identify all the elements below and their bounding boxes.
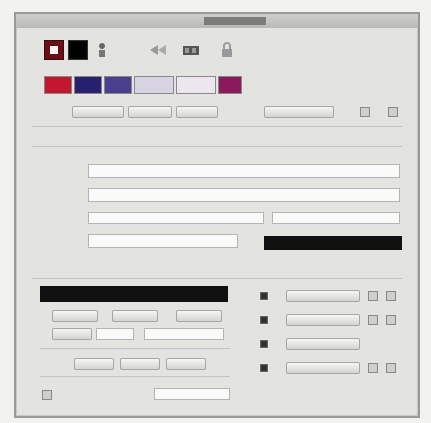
text-field-2[interactable] bbox=[88, 188, 400, 202]
lock-button[interactable] bbox=[216, 40, 238, 60]
text-field-4[interactable] bbox=[272, 212, 400, 224]
lower-button-3[interactable] bbox=[176, 310, 222, 322]
lower-button-6[interactable] bbox=[120, 358, 160, 370]
title-bar bbox=[16, 14, 418, 28]
text-field-3[interactable] bbox=[88, 212, 264, 224]
right-button-3[interactable] bbox=[286, 338, 360, 350]
lower-button-7[interactable] bbox=[166, 358, 206, 370]
divider bbox=[40, 376, 230, 377]
person-icon bbox=[99, 43, 105, 57]
swatch-navy[interactable] bbox=[74, 76, 102, 94]
divider bbox=[32, 278, 402, 279]
right-toggle-1[interactable] bbox=[368, 291, 378, 301]
right-marker-2 bbox=[260, 316, 268, 324]
right-marker-4 bbox=[260, 364, 268, 372]
stop-button[interactable] bbox=[44, 40, 64, 60]
divider bbox=[32, 126, 402, 127]
right-toggle-6[interactable] bbox=[386, 363, 396, 373]
divider bbox=[40, 348, 230, 349]
black-square-button[interactable] bbox=[68, 40, 88, 60]
lock-icon bbox=[222, 42, 232, 57]
lower-button-2[interactable] bbox=[112, 310, 158, 322]
right-toggle-5[interactable] bbox=[368, 363, 378, 373]
right-button-1[interactable] bbox=[286, 290, 360, 302]
swatch-lavender[interactable] bbox=[134, 76, 174, 94]
right-toggle-2[interactable] bbox=[386, 291, 396, 301]
right-toggle-3[interactable] bbox=[368, 315, 378, 325]
person-button[interactable] bbox=[92, 40, 112, 60]
option-button-1[interactable] bbox=[72, 106, 124, 118]
dark-readout-lower bbox=[40, 286, 228, 302]
option-button-3[interactable] bbox=[176, 106, 218, 118]
swatch-magenta[interactable] bbox=[218, 76, 242, 94]
lower-button-5[interactable] bbox=[74, 358, 114, 370]
text-field-1[interactable] bbox=[88, 164, 400, 178]
black-square-icon bbox=[71, 43, 85, 57]
option-toggle-2[interactable] bbox=[388, 107, 398, 117]
swatch-red[interactable] bbox=[44, 76, 72, 94]
rewind-button[interactable] bbox=[146, 40, 170, 60]
film-button[interactable] bbox=[180, 40, 202, 60]
option-button-2[interactable] bbox=[128, 106, 172, 118]
right-marker-3 bbox=[260, 340, 268, 348]
dark-readout-top bbox=[264, 236, 402, 250]
app-window bbox=[14, 12, 420, 418]
rewind-icon bbox=[150, 45, 166, 55]
lower-button-1[interactable] bbox=[52, 310, 98, 322]
divider bbox=[32, 146, 402, 147]
swatch-pale-pink[interactable] bbox=[176, 76, 216, 94]
title-bar-highlight bbox=[204, 17, 266, 25]
lower-checkbox[interactable] bbox=[42, 390, 52, 400]
option-button-4[interactable] bbox=[264, 106, 334, 118]
lower-button-4[interactable] bbox=[52, 328, 92, 340]
option-toggle-1[interactable] bbox=[360, 107, 370, 117]
dropdown-field[interactable] bbox=[88, 234, 238, 248]
lower-dropdown[interactable] bbox=[154, 388, 230, 400]
right-marker-1 bbox=[260, 292, 268, 300]
lower-field-1[interactable] bbox=[96, 328, 134, 340]
right-toggle-4[interactable] bbox=[386, 315, 396, 325]
film-icon bbox=[183, 46, 199, 55]
right-button-4[interactable] bbox=[286, 362, 360, 374]
lower-field-2[interactable] bbox=[144, 328, 224, 340]
stop-icon bbox=[50, 46, 58, 54]
swatch-indigo[interactable] bbox=[104, 76, 132, 94]
right-button-2[interactable] bbox=[286, 314, 360, 326]
